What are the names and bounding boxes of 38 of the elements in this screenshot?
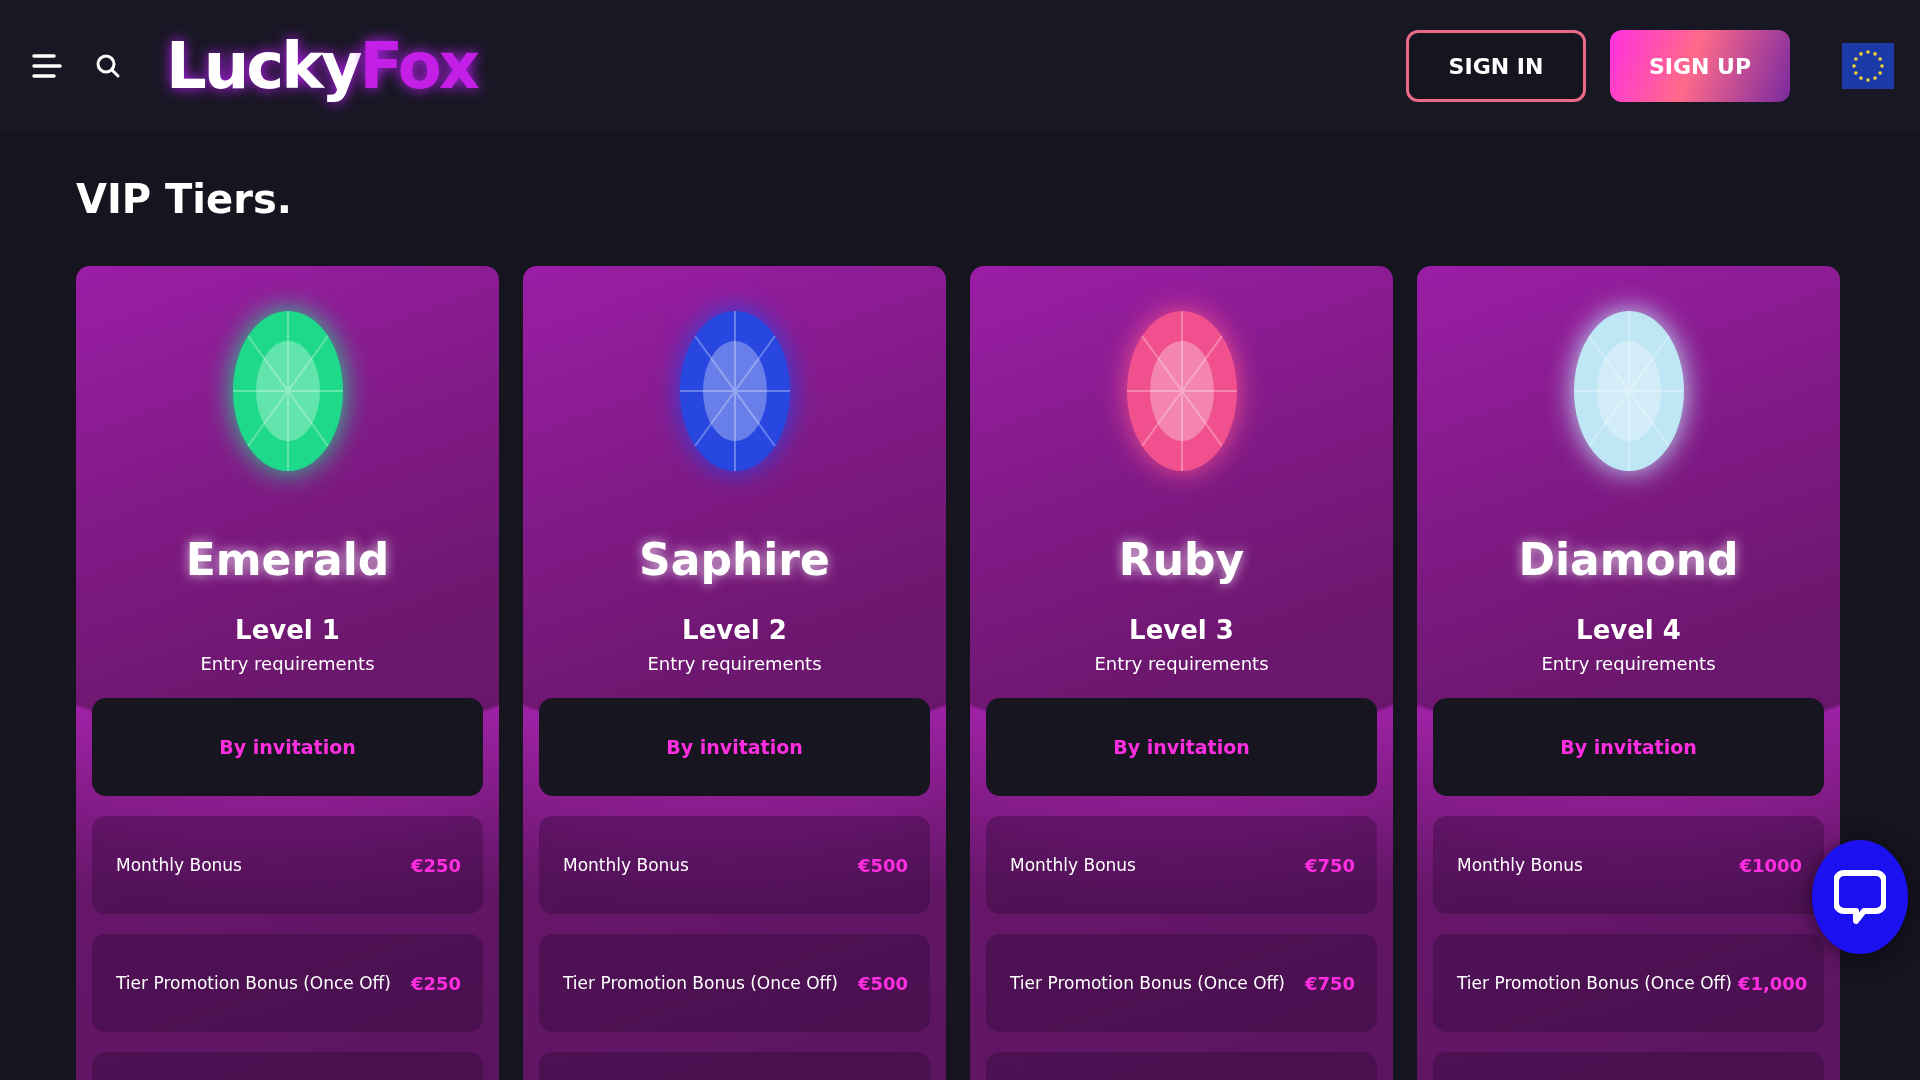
tier-level: Level 4 xyxy=(1576,615,1681,645)
bonus-value: €250 xyxy=(410,854,461,876)
bonus-value: €1000 xyxy=(1739,854,1802,876)
bonus-label: Tier Promotion Bonus (Once Off) xyxy=(1010,973,1285,993)
tier-name: Emerald xyxy=(185,534,390,585)
requirement-label: Entry requirements xyxy=(647,653,822,674)
requirement-panel: By invitation xyxy=(539,698,930,796)
requirement-label: Entry requirements xyxy=(1541,653,1716,674)
requirement-panel: By invitation xyxy=(986,698,1377,796)
sign-in-button[interactable]: SIGN IN xyxy=(1406,30,1586,102)
bonus-value: €250 xyxy=(410,972,461,994)
flag-icon[interactable] xyxy=(1842,43,1894,89)
bonus-value: €500 xyxy=(857,854,908,876)
tier-level: Level 2 xyxy=(682,615,787,645)
requirement-label: Entry requirements xyxy=(200,653,375,674)
bonus-label: Monthly Bonus xyxy=(1457,855,1583,875)
bonus-value: €1,000 xyxy=(1737,972,1808,994)
requirement-label: Entry requirements xyxy=(1094,653,1269,674)
sign-up-button[interactable]: SIGN UP xyxy=(1610,30,1790,102)
tier-level: Level 3 xyxy=(1129,615,1234,645)
logo[interactable]: LuckyFox xyxy=(166,29,477,103)
requirement-panel: By invitation xyxy=(92,698,483,796)
bonus-label: Monthly Bonus xyxy=(116,855,242,875)
tier-name: Ruby xyxy=(1118,534,1245,585)
chat-bubble-icon xyxy=(1834,869,1886,925)
bonus-label: Monthly Bonus xyxy=(563,855,689,875)
tier-name: Saphire xyxy=(639,534,830,585)
tier-name: Diamond xyxy=(1518,534,1739,585)
tier-level: Level 1 xyxy=(235,615,340,645)
bonus-label: Tier Promotion Bonus (Once Off) xyxy=(563,973,838,993)
bonus-value: €500 xyxy=(857,972,908,994)
bonus-label: Monthly Bonus xyxy=(1010,855,1136,875)
bonus-value: €750 xyxy=(1304,972,1355,994)
bonus-label: Tier Promotion Bonus (Once Off) xyxy=(1457,973,1732,993)
bonus-label: Tier Promotion Bonus (Once Off) xyxy=(116,973,391,993)
bonus-value: €750 xyxy=(1304,854,1355,876)
requirement-panel: By invitation xyxy=(1433,698,1824,796)
page-title: VIP Tiers. xyxy=(76,176,293,222)
